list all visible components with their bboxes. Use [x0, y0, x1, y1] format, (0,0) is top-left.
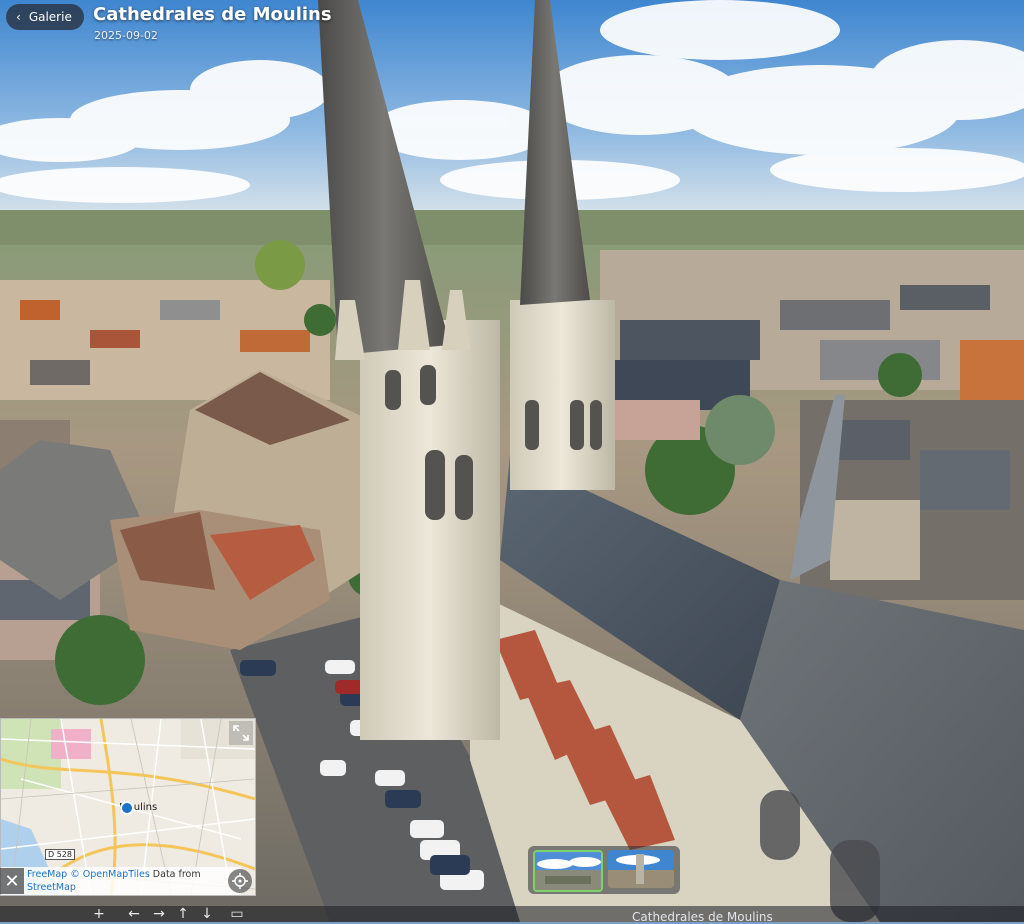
streetmap-link[interactable]: StreetMap [27, 882, 76, 893]
fullscreen-button[interactable]: ▭ [228, 906, 246, 922]
back-to-gallery-button[interactable]: ‹ Galerie [6, 4, 84, 30]
fullscreen-icon: ▭ [230, 906, 244, 922]
back-button-label: Galerie [28, 10, 72, 24]
page-title: Cathedrales de Moulins [93, 4, 332, 25]
recenter-button[interactable] [228, 869, 252, 893]
map-attribution: FreeMap © OpenMapTiles Data from StreetM… [1, 867, 241, 895]
capture-date: 2025-09-02 [94, 29, 158, 42]
thumbnail-image [608, 850, 674, 888]
arrow-left-button[interactable]: ← [125, 906, 143, 922]
map-road-label: D 528 [45, 849, 75, 860]
top-bar: ‹ Galerie Cathedrales de Moulins 2025-09… [0, 0, 1024, 48]
map-position-marker-icon [120, 801, 134, 815]
arrow-down-button[interactable]: ↓ [198, 906, 216, 922]
crosshair-icon [232, 873, 248, 889]
minimap[interactable]: Moulins D 528 FreeMap © OpenMapTiles Dat… [0, 718, 256, 896]
expand-map-button[interactable] [229, 721, 253, 745]
zoom-in-button[interactable]: + [90, 906, 108, 922]
chevron-left-icon: ‹ [16, 10, 21, 24]
arrow-right-button[interactable]: → [150, 906, 168, 922]
attribution-text: Data from [149, 869, 201, 880]
thumbnail-strip [528, 846, 680, 894]
thumbnail-item[interactable] [608, 850, 674, 888]
openmaptiles-link[interactable]: OpenMapTiles [83, 869, 150, 880]
attribution-separator: © [67, 869, 83, 880]
thumbnail-image [535, 852, 601, 890]
arrow-up-button[interactable]: ↑ [174, 906, 192, 922]
close-map-button[interactable]: ✕ [0, 868, 24, 894]
freemap-link[interactable]: FreeMap [27, 869, 67, 880]
close-icon: ✕ [4, 870, 20, 892]
expand-icon [233, 725, 249, 741]
thumbnail-item[interactable] [533, 850, 603, 892]
